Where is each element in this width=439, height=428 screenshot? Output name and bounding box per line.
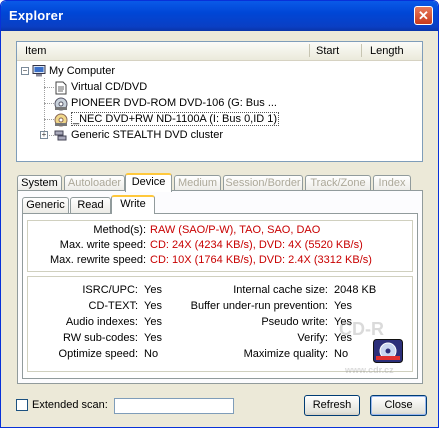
rw-subcodes-label: RW sub-codes: bbox=[63, 332, 138, 344]
refresh-button[interactable]: Refresh bbox=[304, 395, 360, 416]
tree-line bbox=[44, 119, 54, 121]
tree-node-my-computer[interactable]: My Computer bbox=[32, 63, 115, 79]
tab-generic[interactable]: Generic bbox=[22, 197, 69, 213]
tree-label: PIONEER DVD-ROM DVD-106 (G: Bus ... bbox=[71, 97, 277, 109]
expand-stealth-cluster[interactable]: + bbox=[40, 131, 48, 139]
document-icon bbox=[54, 81, 68, 95]
title-bar[interactable]: Explorer ✕ bbox=[1, 1, 438, 31]
watermark-brand: CD-R bbox=[339, 319, 384, 339]
maximize-quality-label: Maximize quality: bbox=[243, 348, 328, 360]
close-button[interactable]: Close bbox=[370, 395, 427, 416]
verify-label: Verify: bbox=[297, 332, 328, 344]
max-rewrite-speed-value: CD: 10X (1764 KB/s), DVD: 2.4X (3312 KB/… bbox=[150, 254, 372, 266]
buffer-underrun-label: Buffer under-run prevention: bbox=[190, 300, 328, 312]
cluster-icon bbox=[54, 129, 68, 141]
pseudo-write-label: Pseudo write: bbox=[261, 316, 328, 328]
cache-size-value: 2048 KB bbox=[334, 284, 377, 296]
max-write-speed-label: Max. write speed: bbox=[59, 239, 146, 251]
write-methods-group: Method(s): RAW (SAO/P-W), TAO, SAO, DAO … bbox=[27, 220, 413, 272]
tab-track-zone[interactable]: Track/Zone bbox=[305, 175, 371, 191]
tree-label: Virtual CD/DVD bbox=[71, 81, 148, 93]
drive-icon bbox=[54, 113, 68, 127]
extended-scan-input[interactable] bbox=[114, 398, 234, 414]
tab-session-border[interactable]: Session/Border bbox=[223, 175, 303, 191]
maximize-quality-value: No bbox=[334, 348, 349, 360]
column-start[interactable]: Start bbox=[316, 45, 339, 57]
methods-value: RAW (SAO/P-W), TAO, SAO, DAO bbox=[150, 224, 321, 236]
audio-indexes-label: Audio indexes: bbox=[65, 316, 138, 328]
extended-scan-label: Extended scan: bbox=[32, 399, 108, 411]
extended-scan-checkbox[interactable] bbox=[16, 399, 28, 411]
device-tree[interactable]: Item Start Length − My Computer Virtual … bbox=[16, 41, 423, 162]
cd-text-label: CD-TEXT: bbox=[88, 300, 139, 312]
column-divider[interactable] bbox=[361, 44, 362, 57]
tree-node-virtual-cd[interactable]: Virtual CD/DVD bbox=[54, 79, 147, 95]
methods-label: Method(s): bbox=[93, 224, 146, 236]
column-item[interactable]: Item bbox=[25, 45, 46, 57]
collapse-my-computer[interactable]: − bbox=[21, 67, 29, 75]
tree-node-nec-drive[interactable]: _NEC DVD+RW ND-1100A (I: Bus 0,ID 1) bbox=[54, 111, 280, 127]
tree-node-stealth-cluster[interactable]: Generic STEALTH DVD cluster bbox=[54, 127, 223, 143]
cache-size-label: Internal cache size: bbox=[233, 284, 328, 296]
disc-drive-logo-icon bbox=[373, 339, 403, 363]
tab-system[interactable]: System bbox=[17, 175, 62, 191]
drive-icon bbox=[54, 97, 68, 111]
tree-line bbox=[44, 103, 54, 105]
tree-label: My Computer bbox=[49, 65, 116, 77]
optimize-speed-value: No bbox=[144, 348, 159, 360]
tree-label: Generic STEALTH DVD cluster bbox=[71, 129, 224, 141]
computer-icon bbox=[32, 65, 46, 77]
tab-medium[interactable]: Medium bbox=[174, 175, 221, 191]
tab-read[interactable]: Read bbox=[70, 197, 111, 213]
tab-device[interactable]: Device bbox=[125, 173, 172, 192]
isrc-upc-value: Yes bbox=[144, 284, 162, 296]
device-panel: Generic Read Write Method(s): RAW (SAO/P… bbox=[17, 190, 423, 384]
cd-text-value: Yes bbox=[144, 300, 162, 312]
tree-node-pioneer-drive[interactable]: PIONEER DVD-ROM DVD-106 (G: Bus ... bbox=[54, 95, 277, 111]
isrc-upc-label: ISRC/UPC: bbox=[82, 284, 138, 296]
write-panel: Method(s): RAW (SAO/P-W), TAO, SAO, DAO … bbox=[22, 213, 418, 379]
max-rewrite-speed-label: Max. rewrite speed: bbox=[50, 254, 146, 266]
column-divider[interactable] bbox=[309, 44, 310, 57]
tab-write[interactable]: Write bbox=[111, 195, 155, 214]
tab-autoloader[interactable]: Autoloader bbox=[64, 175, 125, 191]
audio-indexes-value: Yes bbox=[144, 316, 162, 328]
close-window-button[interactable]: ✕ bbox=[414, 6, 433, 25]
tree-label-selected: _NEC DVD+RW ND-1100A (I: Bus 0,ID 1) bbox=[71, 112, 280, 126]
optimize-speed-label: Optimize speed: bbox=[58, 348, 138, 360]
max-write-speed-value: CD: 24X (4234 KB/s), DVD: 4X (5520 KB/s) bbox=[150, 239, 363, 251]
rw-subcodes-value: Yes bbox=[144, 332, 162, 344]
tree-line bbox=[44, 87, 54, 89]
column-length[interactable]: Length bbox=[370, 45, 404, 57]
window-title: Explorer bbox=[9, 8, 64, 23]
explorer-window: Explorer ✕ Item Start Length − My Comput… bbox=[0, 0, 439, 428]
buffer-underrun-value: Yes bbox=[334, 300, 352, 312]
watermark-url: www.cdr.cz bbox=[345, 365, 394, 375]
tab-index[interactable]: Index bbox=[373, 175, 411, 191]
tree-header: Item Start Length bbox=[17, 42, 422, 61]
